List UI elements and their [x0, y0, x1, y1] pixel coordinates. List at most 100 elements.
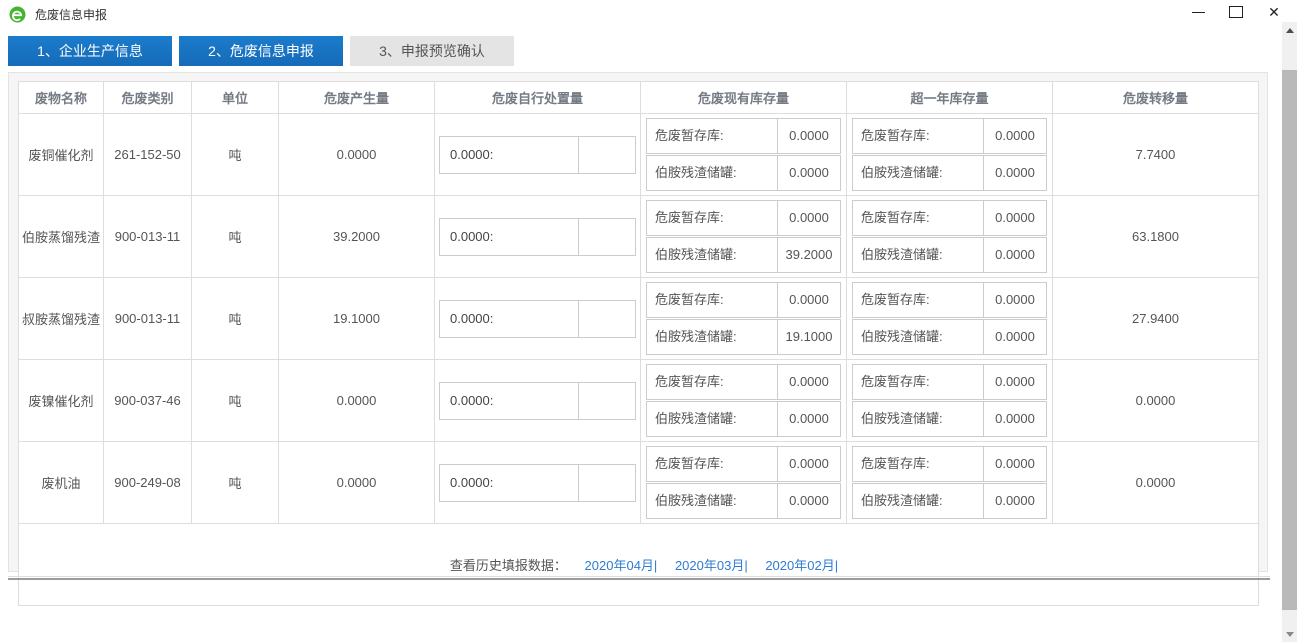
warehouse-value: 0.0000: [777, 365, 840, 399]
self-disposal-input[interactable]: 0.0000:: [439, 382, 579, 420]
stock-row-tank: 伯胺残渣储罐: 0.0000: [646, 155, 841, 191]
tank-value: 0.0000: [983, 484, 1046, 518]
stock-row-tank: 伯胺残渣储罐: 19.1000: [646, 319, 841, 355]
tank-value: 0.0000: [983, 320, 1046, 354]
self-disposal-input[interactable]: 0.0000:: [439, 218, 579, 256]
waste-name-cell: 废机油: [19, 442, 104, 524]
warehouse-label: 危废暂存库:: [647, 283, 777, 317]
history-link-2020-04[interactable]: 2020年04月|: [585, 558, 658, 573]
waste-name-cell: 伯胺蒸馏残渣: [19, 196, 104, 278]
self-disposal-extra-input[interactable]: [579, 464, 636, 502]
warehouse-label: 危废暂存库:: [853, 201, 983, 235]
current-stock-cell: 危废暂存库: 0.0000 伯胺残渣储罐: 0.0000: [641, 442, 847, 524]
stock-row-tank: 伯胺残渣储罐: 0.0000: [646, 483, 841, 519]
transfer-amount-cell: 27.9400: [1053, 278, 1259, 360]
self-disposal-extra-input[interactable]: [579, 136, 636, 174]
tank-label: 伯胺残渣储罐:: [853, 238, 983, 272]
warehouse-value: 0.0000: [983, 201, 1046, 235]
history-link-2020-03[interactable]: 2020年03月|: [675, 558, 748, 573]
warehouse-value: 0.0000: [983, 119, 1046, 153]
self-disposal-input[interactable]: 0.0000:: [439, 464, 579, 502]
warehouse-value: 0.0000: [777, 447, 840, 481]
transfer-amount-cell: 0.0000: [1053, 360, 1259, 442]
warehouse-value: 0.0000: [777, 283, 840, 317]
stock-row-warehouse: 危废暂存库: 0.0000: [852, 200, 1047, 236]
tank-value: 19.1000: [777, 320, 840, 354]
stock-row-warehouse: 危废暂存库: 0.0000: [852, 282, 1047, 318]
history-link-2020-02[interactable]: 2020年02月|: [765, 558, 838, 573]
stock-row-warehouse: 危废暂存库: 0.0000: [646, 364, 841, 400]
column-header-unit: 单位: [192, 82, 279, 114]
table-row: 伯胺蒸馏残渣 900-013-11 吨 39.2000 0.0000: 危废: [19, 196, 1259, 278]
tank-label: 伯胺残渣储罐:: [647, 156, 777, 190]
bottom-divider-light: [8, 576, 1270, 577]
column-header-self-disposal-amount: 危废自行处置量: [435, 82, 641, 114]
history-cell: 查看历史填报数据： 2020年04月| 2020年03月| 2020年02月|: [19, 524, 1259, 606]
waste-name-cell: 叔胺蒸馏残渣: [19, 278, 104, 360]
tank-value: 0.0000: [777, 484, 840, 518]
self-disposal-cell: 0.0000:: [435, 114, 641, 196]
waste-category-cell: 900-249-08: [104, 442, 192, 524]
stock-row-warehouse: 危废暂存库: 0.0000: [646, 200, 841, 236]
warehouse-value: 0.0000: [777, 119, 840, 153]
generated-amount-cell: 0.0000: [279, 442, 435, 524]
warehouse-label: 危废暂存库:: [647, 119, 777, 153]
tank-label: 伯胺残渣储罐:: [853, 484, 983, 518]
over-one-year-stock-cell: 危废暂存库: 0.0000 伯胺残渣储罐: 0.0000: [847, 114, 1053, 196]
self-disposal-cell: 0.0000:: [435, 360, 641, 442]
unit-cell: 吨: [192, 196, 279, 278]
self-disposal-extra-input[interactable]: [579, 300, 636, 338]
minimize-button[interactable]: [1179, 2, 1217, 22]
self-disposal-input[interactable]: 0.0000:: [439, 300, 579, 338]
generated-amount-cell: 0.0000: [279, 360, 435, 442]
scrollbar-down-arrow-icon[interactable]: [1282, 626, 1297, 642]
title-bar: 危废信息申报 ✕: [0, 0, 1297, 28]
waste-category-cell: 900-013-11: [104, 196, 192, 278]
stock-row-warehouse: 危废暂存库: 0.0000: [852, 446, 1047, 482]
warehouse-value: 0.0000: [777, 201, 840, 235]
self-disposal-cell: 0.0000:: [435, 278, 641, 360]
self-disposal-input[interactable]: 0.0000:: [439, 136, 579, 174]
table-row: 废机油 900-249-08 吨 0.0000 0.0000: 危废暂存库:: [19, 442, 1259, 524]
scrollbar-thumb[interactable]: [1282, 70, 1297, 610]
stock-row-warehouse: 危废暂存库: 0.0000: [646, 118, 841, 154]
history-row: 查看历史填报数据： 2020年04月| 2020年03月| 2020年02月|: [19, 524, 1259, 606]
tank-value: 0.0000: [983, 402, 1046, 436]
warehouse-label: 危废暂存库:: [853, 365, 983, 399]
tank-label: 伯胺残渣储罐:: [647, 238, 777, 272]
generated-amount-cell: 39.2000: [279, 196, 435, 278]
self-disposal-cell: 0.0000:: [435, 442, 641, 524]
step-tabs: 1、企业生产信息 2、危废信息申报 3、申报预览确认: [8, 36, 514, 66]
generated-amount-cell: 19.1000: [279, 278, 435, 360]
stock-row-warehouse: 危废暂存库: 0.0000: [646, 282, 841, 318]
table-header-row: 废物名称 危废类别 单位 危废产生量 危废自行处置量 危废现有库存量 超一年库存…: [19, 82, 1259, 114]
transfer-amount-cell: 7.7400: [1053, 114, 1259, 196]
maximize-icon: [1229, 6, 1243, 18]
column-header-over-one-year-stock: 超一年库存量: [847, 82, 1053, 114]
over-one-year-stock-cell: 危废暂存库: 0.0000 伯胺残渣储罐: 0.0000: [847, 278, 1053, 360]
over-one-year-stock-cell: 危废暂存库: 0.0000 伯胺残渣储罐: 0.0000: [847, 442, 1053, 524]
current-stock-cell: 危废暂存库: 0.0000 伯胺残渣储罐: 39.2000: [641, 196, 847, 278]
tank-value: 0.0000: [777, 402, 840, 436]
app-logo-icon: [9, 6, 26, 23]
column-header-generated-amount: 危废产生量: [279, 82, 435, 114]
stock-row-warehouse: 危废暂存库: 0.0000: [646, 446, 841, 482]
tab-hazardous-waste-declaration[interactable]: 2、危废信息申报: [179, 36, 343, 66]
transfer-amount-cell: 0.0000: [1053, 442, 1259, 524]
self-disposal-extra-input[interactable]: [579, 382, 636, 420]
app-window: 危废信息申报 ✕ 1、企业生产信息 2、危废信息申报 3、申报预览确认 废物名称…: [0, 0, 1297, 642]
tab-declaration-preview-confirm[interactable]: 3、申报预览确认: [350, 36, 514, 66]
waste-category-cell: 900-013-11: [104, 278, 192, 360]
self-disposal-extra-input[interactable]: [579, 218, 636, 256]
vertical-scrollbar[interactable]: [1282, 22, 1297, 642]
close-button[interactable]: ✕: [1255, 2, 1293, 22]
table-row: 废镍催化剂 900-037-46 吨 0.0000 0.0000: 危废暂存: [19, 360, 1259, 442]
bottom-divider: [8, 578, 1270, 580]
column-header-waste-category: 危废类别: [104, 82, 192, 114]
maximize-button[interactable]: [1217, 2, 1255, 22]
scrollbar-up-arrow-icon[interactable]: [1282, 22, 1297, 38]
warehouse-label: 危废暂存库:: [853, 119, 983, 153]
warehouse-label: 危废暂存库:: [647, 201, 777, 235]
table-row: 叔胺蒸馏残渣 900-013-11 吨 19.1000 0.0000: 危废: [19, 278, 1259, 360]
tab-enterprise-production-info[interactable]: 1、企业生产信息: [8, 36, 172, 66]
